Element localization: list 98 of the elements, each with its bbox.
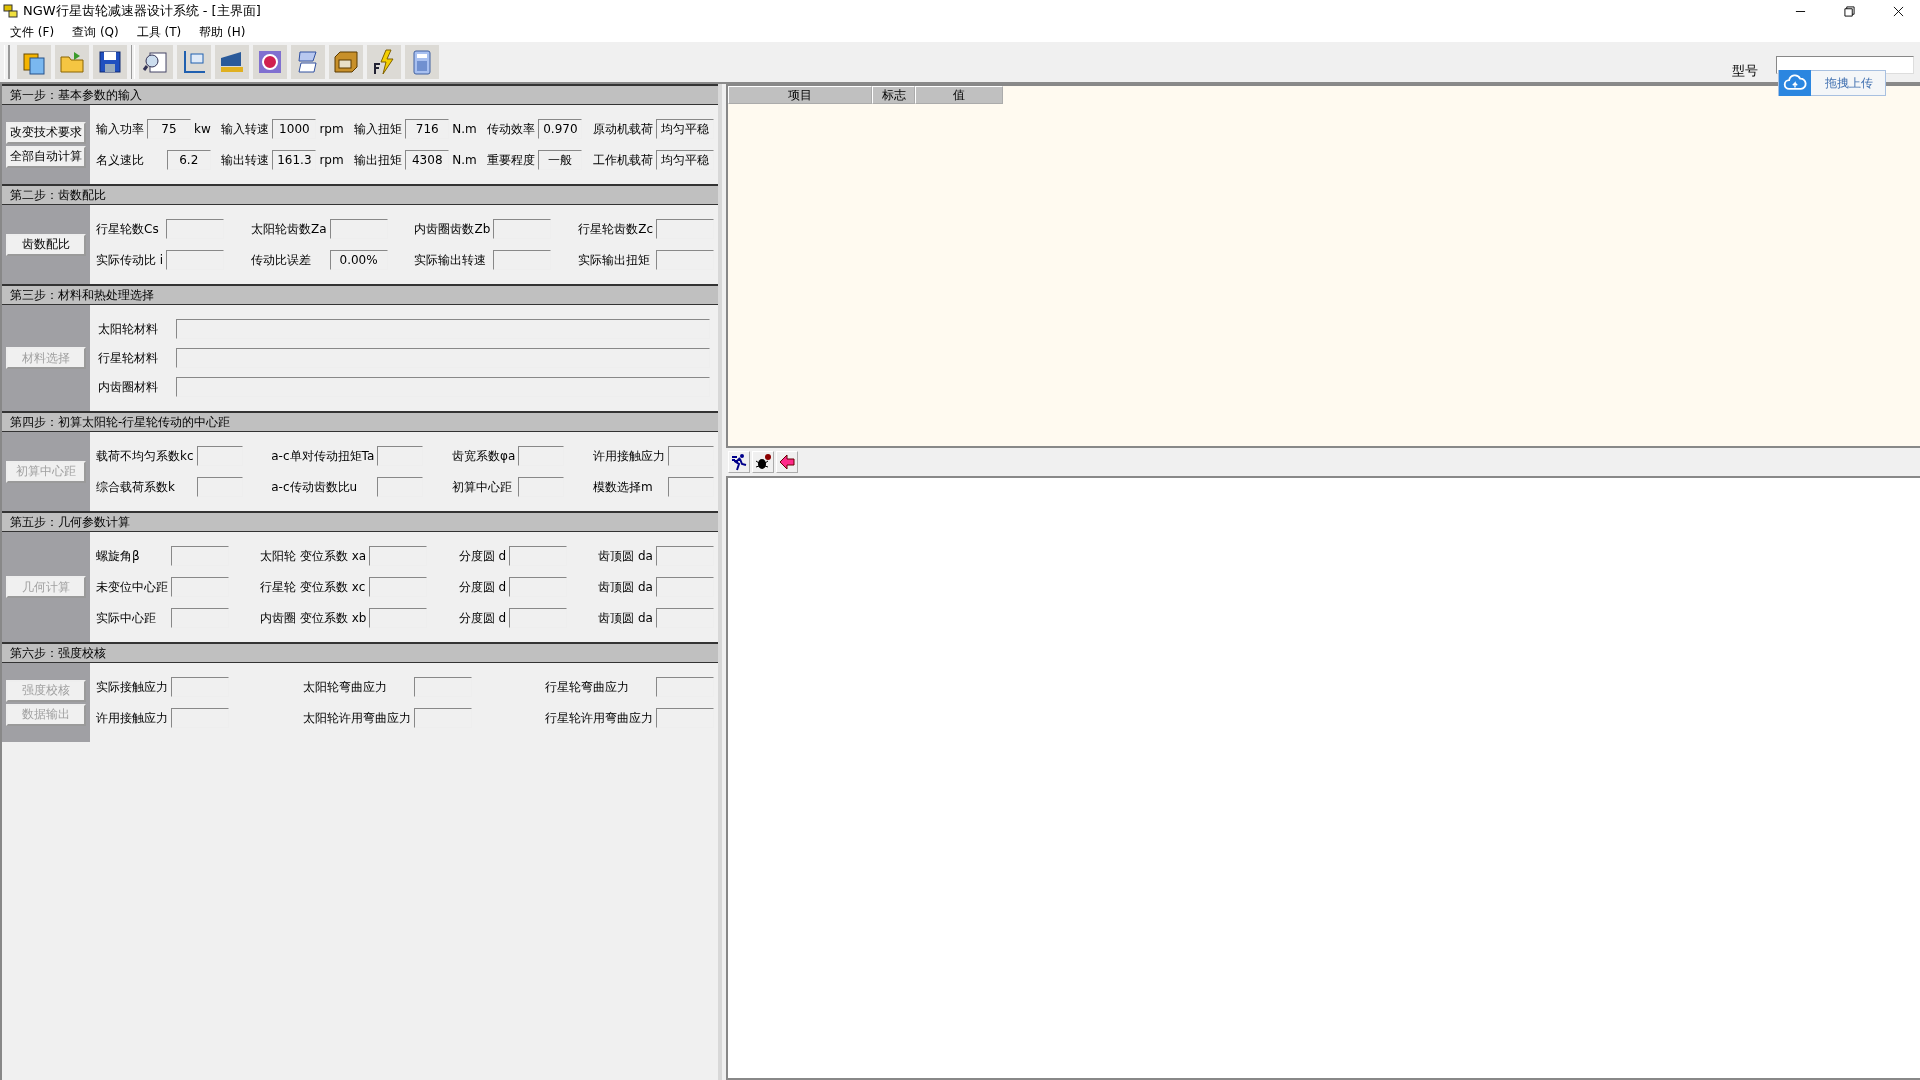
- field-label: 内齿圈齿数Zb: [414, 220, 491, 238]
- section-header: 第二步：齿数配比: [2, 184, 718, 205]
- bug-icon[interactable]: [752, 451, 774, 473]
- value-field[interactable]: 0.970: [538, 119, 583, 139]
- column-header[interactable]: 项目: [728, 86, 872, 104]
- field-label: 太阳轮弯曲应力: [302, 678, 388, 696]
- save-icon[interactable]: [93, 45, 127, 79]
- box-icon[interactable]: [329, 45, 363, 79]
- field-label: 原动机载荷: [593, 120, 653, 138]
- field-label: 输出转速: [221, 151, 270, 169]
- section-header: 第一步：基本参数的输入: [2, 84, 718, 105]
- section-header: 第六步：强度校核: [2, 642, 718, 663]
- field-label: 内齿圈 变位系数 xb: [260, 609, 367, 627]
- field-label: 传动效率: [487, 120, 536, 138]
- field-label: 传动比误差: [251, 251, 312, 269]
- axes-icon[interactable]: [177, 45, 211, 79]
- field-label: 行星轮材料: [98, 349, 159, 367]
- unit-label: N.m: [452, 153, 477, 167]
- formula-icon[interactable]: [367, 45, 401, 79]
- column-header[interactable]: 标志: [872, 86, 915, 104]
- value-field[interactable]: 6.2: [166, 150, 211, 170]
- field-label: 太阳轮齿数Za: [251, 220, 327, 238]
- field-label: 太阳轮 变位系数 xa: [260, 547, 367, 565]
- field-label: 行星轮 变位系数 xc: [260, 578, 367, 596]
- window-title: NGW行星齿轮减速器设计系统 - [主界面]: [23, 2, 261, 20]
- action-button[interactable]: 齿数配比: [6, 233, 86, 256]
- field-label: 载荷不均匀系数kc: [96, 447, 194, 465]
- value-field[interactable]: 4308: [405, 150, 450, 170]
- field-label: 齿宽系数φa: [451, 447, 516, 465]
- unit-label: N.m: [452, 122, 477, 136]
- field-label: 模数选择m: [592, 478, 654, 496]
- unit-label: rpm: [319, 122, 344, 136]
- value-field[interactable]: 均匀平稳: [656, 119, 714, 139]
- parallelogram-icon[interactable]: [291, 45, 325, 79]
- magnifier-document-icon[interactable]: [139, 45, 173, 79]
- app-icon: [3, 3, 19, 19]
- ruler-block-icon[interactable]: [215, 45, 249, 79]
- field-label: 齿顶圆 da: [598, 547, 653, 565]
- value-field[interactable]: 0.00%: [329, 250, 388, 270]
- value-field[interactable]: 均匀平稳: [656, 150, 714, 170]
- field-label: 重要程度: [487, 151, 536, 169]
- upload-button[interactable]: 拖拽上传: [1778, 70, 1886, 96]
- section-header: 第五步：几何参数计算: [2, 511, 718, 532]
- field-label: 行星轮齿数Zc: [578, 220, 653, 238]
- field-label: 输出扭矩: [354, 151, 403, 169]
- field-label: 输入功率: [96, 120, 144, 138]
- field-label: 行星轮弯曲应力: [545, 678, 630, 696]
- field-label: 实际中心距: [96, 609, 157, 627]
- field-label: a-c单对传动扭矩Ta: [271, 447, 375, 465]
- value-field[interactable]: 75: [147, 119, 191, 139]
- value-field[interactable]: 716: [405, 119, 450, 139]
- menu-item[interactable]: 工具 (T): [134, 23, 184, 41]
- unit-label: rpm: [319, 153, 344, 167]
- menu-item[interactable]: 查询 (Q): [70, 23, 121, 41]
- field-label: a-c传动齿数比u: [271, 478, 359, 496]
- field-label: 未变位中心距: [96, 578, 168, 596]
- field-label: 实际接触应力: [96, 678, 168, 696]
- field-label: 齿顶圆 da: [598, 578, 653, 596]
- action-button[interactable]: 全部自动计算: [6, 145, 86, 168]
- column-header[interactable]: 值: [915, 86, 1003, 104]
- action-button[interactable]: 改变技术要求: [6, 121, 86, 144]
- field-label: 许用接触应力: [96, 709, 168, 727]
- field-label: 分度圆 d: [458, 547, 507, 565]
- field-label: 实际输出扭矩: [578, 251, 652, 269]
- field-label: 输入转速: [221, 120, 270, 138]
- field-label: 综合载荷系数k: [96, 478, 176, 496]
- field-label: 太阳轮许用弯曲应力: [302, 709, 411, 727]
- value-field[interactable]: 一般: [538, 150, 583, 170]
- field-label: 行星轮数Cs: [96, 220, 160, 238]
- field-label: 实际传动比 i: [96, 251, 164, 269]
- field-label: 内齿圈材料: [98, 378, 159, 396]
- restore-icon[interactable]: [1844, 5, 1855, 17]
- menu-item[interactable]: 文件 (F): [8, 23, 57, 41]
- field-label: 名义速比: [96, 151, 145, 169]
- back-arrow-icon[interactable]: [776, 451, 798, 473]
- field-label: 初算中心距: [451, 478, 513, 496]
- field-label: 分度圆 d: [458, 609, 507, 627]
- unit-label: kw: [194, 122, 211, 136]
- field-label: 齿顶圆 da: [598, 609, 653, 627]
- runner-icon[interactable]: [728, 451, 750, 473]
- toolbar-grip[interactable]: [4, 45, 10, 79]
- field-label: 太阳轮材料: [98, 320, 159, 338]
- field-label: 实际输出转速: [414, 251, 488, 269]
- value-field[interactable]: 1000: [272, 119, 317, 139]
- field-label: 许用接触应力: [592, 447, 665, 465]
- section-header: 第四步：初算太阳轮-行星轮传动的中心距: [2, 411, 718, 432]
- section-header: 第三步：材料和热处理选择: [2, 284, 718, 305]
- field-label: 分度圆 d: [458, 578, 507, 596]
- copy-pages-icon[interactable]: [17, 45, 51, 79]
- close-icon[interactable]: [1893, 5, 1904, 17]
- field-label: 输入扭矩: [354, 120, 403, 138]
- menu-item[interactable]: 帮助 (H): [197, 23, 248, 41]
- field-label: 螺旋角β: [96, 547, 141, 565]
- model-label: 型号: [1732, 62, 1758, 80]
- field-label: 行星轮许用弯曲应力: [545, 709, 653, 727]
- value-field[interactable]: 161.3: [272, 150, 317, 170]
- cloud-upload-icon: [1779, 70, 1811, 96]
- field-label: 工作机载荷: [593, 151, 653, 169]
